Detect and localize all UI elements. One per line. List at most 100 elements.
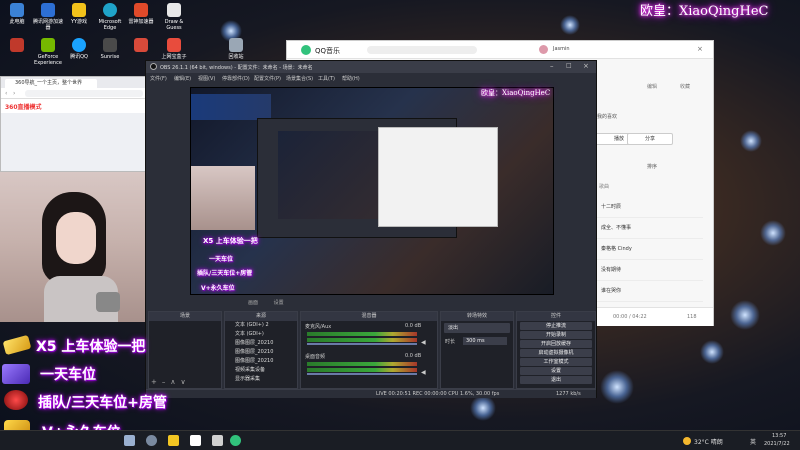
- maximize-icon[interactable]: □: [566, 62, 572, 69]
- source-item[interactable]: 图像图层_20210: [225, 357, 297, 366]
- browser-site-label[interactable]: 360直播模式: [5, 102, 42, 111]
- studio-mode-button[interactable]: 工作室模式: [520, 358, 592, 366]
- obs-menubar: 文件(F) 编辑(E) 视图(V) 停靠部件(D) 配置文件(P) 场景集合(S…: [146, 73, 596, 83]
- mixer-db: 0.0 dB: [405, 353, 422, 359]
- app-icon[interactable]: [1, 38, 33, 54]
- qq-icon[interactable]: 腾讯QQ: [63, 38, 95, 60]
- yy-game-icon[interactable]: YY游戏: [63, 3, 95, 25]
- menu-item[interactable]: 工具(T): [318, 75, 335, 82]
- qq-user-name[interactable]: Jasmin: [553, 46, 570, 52]
- volume-slider[interactable]: [307, 343, 417, 345]
- thunder-accelerator-icon[interactable]: 雷神加速器: [125, 3, 157, 25]
- this-pc-icon[interactable]: 此电脑: [1, 3, 33, 25]
- sources-panel: 来源 文本 (GDI+) 2 文本 (GDI+) 图像图层_20210 图像图层…: [224, 311, 298, 389]
- input-language[interactable]: 英: [750, 437, 756, 446]
- forward-icon[interactable]: ›: [13, 90, 15, 97]
- recycle-bin-icon[interactable]: 回收站: [220, 38, 252, 60]
- browser-tab[interactable]: 360导航_一个主页，整个世界: [5, 79, 97, 88]
- accelerator-icon[interactable]: 腾讯网游加速器: [32, 3, 64, 31]
- list-item[interactable]: 成全、不懂事: [593, 218, 703, 239]
- rule-line-3: 插队/三天车位+房管: [38, 395, 167, 411]
- mixer-db: 0.0 dB: [405, 323, 422, 329]
- bokeh-light: [760, 220, 786, 246]
- bokeh-light: [600, 370, 634, 404]
- menu-item[interactable]: 停靠部件(D): [222, 75, 250, 82]
- source-item[interactable]: 文本 (GDI+): [225, 330, 297, 339]
- menu-item[interactable]: 场景集合(S): [286, 75, 313, 82]
- draw-guess-icon[interactable]: Draw & Guess: [158, 3, 190, 31]
- address-bar[interactable]: [25, 90, 143, 97]
- clock-time[interactable]: 13:57: [772, 433, 786, 439]
- sources-header: 来源: [225, 312, 297, 321]
- qq-music-taskbar-icon[interactable]: [230, 435, 241, 446]
- bokeh-light: [560, 15, 580, 35]
- speaker-icon[interactable]: ◀: [421, 339, 426, 346]
- sort-button[interactable]: 排序: [647, 163, 657, 170]
- app-icon[interactable]: [125, 38, 157, 54]
- bokeh-light: [730, 300, 760, 330]
- browser-box-icon[interactable]: 上网宝盒子: [158, 38, 190, 60]
- speaker-icon[interactable]: ◀: [421, 369, 426, 376]
- source-item[interactable]: 文本 (GDI+) 2: [225, 321, 297, 330]
- transitions-header: 转场特效: [441, 312, 513, 321]
- qq-playlist-meta: 我的喜欢: [597, 114, 618, 120]
- exit-button[interactable]: 退出: [520, 376, 592, 384]
- obs-status-text: LIVE 00:20:51 REC 00:00:00 CPU 1.6%, 30.…: [376, 391, 500, 397]
- list-item[interactable]: 十二时辰: [593, 197, 703, 218]
- settings-button[interactable]: 设置: [520, 367, 592, 375]
- clock-date[interactable]: 2021/7/22: [764, 441, 790, 447]
- search-icon[interactable]: [146, 435, 157, 446]
- menu-item[interactable]: 帮助(H): [342, 75, 360, 82]
- list-item[interactable]: 没有期待: [593, 260, 703, 281]
- source-item[interactable]: 图像图层_20210: [225, 339, 297, 348]
- share-button[interactable]: 分享: [627, 133, 673, 145]
- virtual-camera-button[interactable]: 启动虚拟摄像机: [520, 349, 592, 357]
- transition-select[interactable]: 淡出: [444, 323, 510, 333]
- qq-search-input[interactable]: [367, 46, 477, 54]
- back-icon[interactable]: ‹: [5, 90, 7, 97]
- menu-item[interactable]: 配置文件(P): [254, 75, 281, 82]
- geforce-icon[interactable]: GeForce Experience: [32, 38, 64, 66]
- source-item[interactable]: 图像图层_20210: [225, 348, 297, 357]
- close-icon[interactable]: ×: [697, 45, 703, 53]
- bokeh-light: [700, 340, 724, 364]
- source-item[interactable]: 视频采集设备: [225, 366, 297, 375]
- duration-field[interactable]: 300 ms: [463, 337, 507, 345]
- sunrise-icon[interactable]: Sunrise: [94, 38, 126, 60]
- webcam-feed: [0, 172, 160, 322]
- weather-text[interactable]: 32°C 晴朗: [694, 437, 723, 446]
- obs-preview[interactable]: 欧皇：XiaoQingHeC X5 上车体验一把 一天车位 插队/三天车位+房管…: [190, 87, 554, 295]
- file-explorer-icon[interactable]: [168, 435, 179, 446]
- collect-link[interactable]: 收藏: [680, 83, 690, 90]
- mixer-header: 混音器: [301, 312, 437, 321]
- obs-taskbar-icon[interactable]: [190, 435, 201, 446]
- source-item[interactable]: 显示器采集: [225, 375, 297, 384]
- bokeh-light: [740, 130, 762, 152]
- stop-streaming-button[interactable]: 停止推流: [520, 322, 592, 330]
- menu-item[interactable]: 视图(V): [198, 75, 215, 82]
- microphone: [96, 292, 120, 312]
- car-icon: [2, 364, 30, 384]
- edge-icon[interactable]: Microsoft Edge: [94, 3, 126, 31]
- preview-rule-line: V+永久车位: [201, 285, 235, 292]
- close-icon[interactable]: ×: [583, 62, 589, 70]
- obs-logo-icon: [150, 63, 157, 70]
- preview-rule-line: 插队/三天车位+房管: [197, 270, 253, 277]
- list-item[interactable]: 谁在哭你: [593, 281, 703, 302]
- menu-item[interactable]: 文件(F): [150, 75, 167, 82]
- start-icon[interactable]: [124, 435, 135, 446]
- volume-slider[interactable]: [307, 373, 417, 375]
- replay-buffer-button[interactable]: 开启回放缓存: [520, 340, 592, 348]
- studio-label-preview[interactable]: 画面: [248, 300, 258, 306]
- menu-item[interactable]: 编辑(E): [174, 75, 191, 82]
- app-taskbar-icon[interactable]: [212, 435, 223, 446]
- mixer-channel-label: 桌面音频: [305, 354, 326, 360]
- minimize-icon[interactable]: –: [550, 62, 554, 70]
- volume-meter: [307, 362, 417, 366]
- start-recording-button[interactable]: 开始录制: [520, 331, 592, 339]
- list-item[interactable]: 秦格格 Cindy: [593, 239, 703, 260]
- studio-label-settings[interactable]: 设置: [274, 300, 284, 306]
- scene-add-remove-icons[interactable]: +–∧∨: [151, 378, 191, 386]
- obs-statusbar: LIVE 00:20:51 REC 00:00:00 CPU 1.6%, 30.…: [146, 389, 596, 398]
- edit-link[interactable]: 编辑: [647, 83, 657, 90]
